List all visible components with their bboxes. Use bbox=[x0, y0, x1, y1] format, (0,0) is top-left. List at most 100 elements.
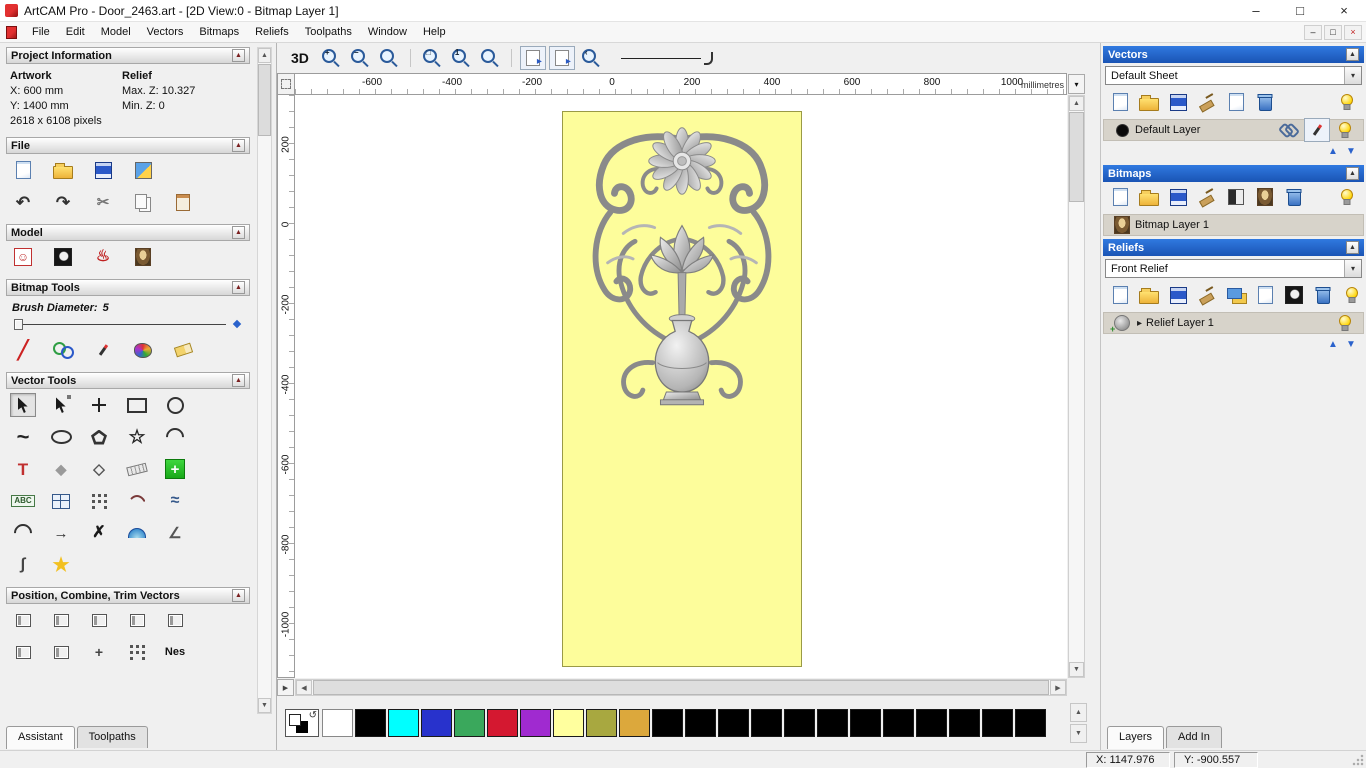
tab-layers[interactable]: Layers bbox=[1107, 726, 1165, 749]
text-block-icon[interactable]: ABC bbox=[10, 489, 36, 513]
ruler-origin-widget[interactable] bbox=[277, 73, 295, 95]
pane-toggle-button[interactable]: ▶ bbox=[277, 679, 294, 696]
palette-swatch-8[interactable] bbox=[586, 709, 617, 737]
align-centre-icon[interactable] bbox=[162, 608, 188, 632]
collapse-section-button[interactable]: ▲ bbox=[232, 589, 245, 602]
layer-colour-swatch[interactable] bbox=[1109, 118, 1135, 142]
menu-help[interactable]: Help bbox=[415, 23, 454, 41]
palette-swatch-9[interactable] bbox=[619, 709, 650, 737]
menu-toolpaths[interactable]: Toolpaths bbox=[297, 23, 360, 41]
set-model-size-icon[interactable] bbox=[10, 245, 36, 269]
mdi-minimize-button[interactable]: – bbox=[1304, 24, 1322, 40]
menu-vectors[interactable]: Vectors bbox=[139, 23, 192, 41]
relief-layer-row[interactable]: ▸ Relief Layer 1 bbox=[1103, 312, 1364, 334]
trim-vectors-icon[interactable]: ✗ bbox=[86, 521, 112, 545]
tab-add-in[interactable]: Add In bbox=[1166, 726, 1222, 748]
scroll-left-button[interactable]: ◀ bbox=[296, 680, 312, 695]
expand-layer-icon[interactable]: ▸ bbox=[1137, 318, 1142, 329]
scroll-down-button[interactable]: ▼ bbox=[258, 698, 271, 713]
mdi-close-button[interactable]: × bbox=[1344, 24, 1362, 40]
measure-icon[interactable] bbox=[124, 457, 150, 481]
merge-relief-layers-icon[interactable] bbox=[1194, 283, 1220, 307]
copy-icon[interactable] bbox=[130, 190, 156, 214]
edit-layer-colour-icon[interactable] bbox=[1304, 118, 1330, 142]
toggle-all-bitmap-layers-icon[interactable] bbox=[1334, 185, 1360, 209]
palette-swatch-21[interactable] bbox=[1015, 709, 1046, 737]
create-polygon-icon[interactable] bbox=[86, 425, 112, 449]
zoom-previous-icon[interactable] bbox=[376, 46, 402, 70]
chevron-down-icon[interactable]: ▾ bbox=[1344, 260, 1361, 277]
weld-vectors-icon[interactable]: + bbox=[86, 640, 112, 664]
palette-swatch-5[interactable] bbox=[487, 709, 518, 737]
palette-swatch-20[interactable] bbox=[982, 709, 1013, 737]
relief-select[interactable]: Front Relief ▾ bbox=[1105, 259, 1362, 278]
palette-scroll-down-button[interactable]: ▼ bbox=[1070, 724, 1087, 743]
palette-swatch-14[interactable] bbox=[784, 709, 815, 737]
menu-model[interactable]: Model bbox=[93, 23, 139, 41]
scroll-up-button[interactable]: ▲ bbox=[1069, 96, 1084, 111]
toggle-vector-view-icon[interactable] bbox=[548, 46, 575, 70]
view-options-dropdown[interactable]: ▾ bbox=[1068, 74, 1085, 94]
scroll-up-button[interactable]: ▲ bbox=[258, 48, 271, 63]
redo-icon[interactable]: ↷ bbox=[50, 190, 76, 214]
zoom-in-icon[interactable]: + bbox=[318, 46, 344, 70]
collapse-section-button[interactable]: ▲ bbox=[1346, 48, 1359, 61]
new-sheet-icon[interactable] bbox=[1223, 90, 1249, 114]
palette-swatch-2[interactable] bbox=[388, 709, 419, 737]
palette-scroll-up-button[interactable]: ▲ bbox=[1070, 703, 1087, 722]
collapse-section-button[interactable]: ▲ bbox=[232, 226, 245, 239]
assistant-scrollbar[interactable]: ▲ ▼ bbox=[257, 47, 272, 714]
preview-relief-icon[interactable] bbox=[50, 245, 76, 269]
collapse-section-button[interactable]: ▲ bbox=[232, 281, 245, 294]
palette-swatch-13[interactable] bbox=[751, 709, 782, 737]
fillet-vectors-icon[interactable]: ∠ bbox=[162, 521, 188, 545]
node-editing-icon[interactable] bbox=[48, 393, 74, 417]
create-circle-icon[interactable] bbox=[162, 393, 188, 417]
paint-brush-icon[interactable]: ╱ bbox=[10, 338, 36, 362]
move-layer-down-button[interactable]: ▼ bbox=[1344, 145, 1358, 158]
create-arc-3pt-icon[interactable] bbox=[10, 521, 36, 545]
line-width-slider[interactable] bbox=[620, 51, 713, 65]
transform-vectors-icon[interactable] bbox=[86, 393, 112, 417]
artwork-sheet[interactable] bbox=[562, 111, 802, 667]
zoom-window-icon[interactable]: □ bbox=[419, 46, 445, 70]
canvas-vertical-scrollbar[interactable]: ▲ ▼ bbox=[1068, 95, 1085, 678]
relief-layer-visibility-icon[interactable] bbox=[1332, 311, 1358, 335]
menu-file[interactable]: File bbox=[24, 23, 58, 41]
palette-swatch-17[interactable] bbox=[883, 709, 914, 737]
new-relief-layer-icon[interactable] bbox=[1107, 283, 1133, 307]
maximize-button[interactable]: □ bbox=[1278, 0, 1322, 21]
chevron-down-icon[interactable]: ▾ bbox=[1344, 67, 1361, 84]
vector-layer-row[interactable]: Default Layer bbox=[1103, 118, 1364, 142]
primary-secondary-colour-swatch[interactable] bbox=[285, 709, 319, 737]
toggle-bitmap-view-icon[interactable] bbox=[519, 46, 546, 70]
paste-along-curve-icon[interactable] bbox=[48, 489, 74, 513]
merge-vector-layers-icon[interactable] bbox=[1194, 90, 1220, 114]
canvas-horizontal-scrollbar[interactable]: ◀ ▶ bbox=[295, 679, 1067, 696]
toggle-all-vector-layers-icon[interactable] bbox=[1334, 90, 1360, 114]
create-polyline-icon[interactable]: ~ bbox=[10, 425, 36, 449]
menu-bitmaps[interactable]: Bitmaps bbox=[191, 23, 247, 41]
new-bitmap-layer-icon[interactable] bbox=[1107, 185, 1133, 209]
menu-edit[interactable]: Edit bbox=[58, 23, 93, 41]
open-model-icon[interactable] bbox=[50, 158, 76, 182]
collapse-section-button[interactable]: ▲ bbox=[232, 139, 245, 152]
view-3d-button[interactable]: 3D bbox=[285, 50, 315, 66]
open-vector-layer-icon[interactable] bbox=[1136, 90, 1162, 114]
save-bitmap-layer-icon[interactable] bbox=[1165, 185, 1191, 209]
collapse-section-button[interactable]: ▲ bbox=[232, 374, 245, 387]
vector-doctor-icon[interactable]: ★ bbox=[48, 553, 74, 577]
menu-window[interactable]: Window bbox=[360, 23, 415, 41]
paste-icon[interactable] bbox=[170, 190, 196, 214]
import-model-icon[interactable] bbox=[130, 158, 156, 182]
palette-icon[interactable] bbox=[130, 338, 156, 362]
palette-swatch-15[interactable] bbox=[817, 709, 848, 737]
vector-boundary-icon[interactable]: ∫ bbox=[10, 553, 36, 577]
palette-swatch-11[interactable] bbox=[685, 709, 716, 737]
collapse-section-button[interactable]: ▲ bbox=[232, 49, 245, 62]
move-layer-up-button[interactable]: ▲ bbox=[1326, 338, 1340, 351]
layer-visibility-icon[interactable] bbox=[1332, 118, 1358, 142]
scroll-thumb[interactable] bbox=[258, 64, 271, 136]
tab-toolpaths[interactable]: Toolpaths bbox=[76, 726, 148, 748]
scroll-down-button[interactable]: ▼ bbox=[1069, 662, 1084, 677]
